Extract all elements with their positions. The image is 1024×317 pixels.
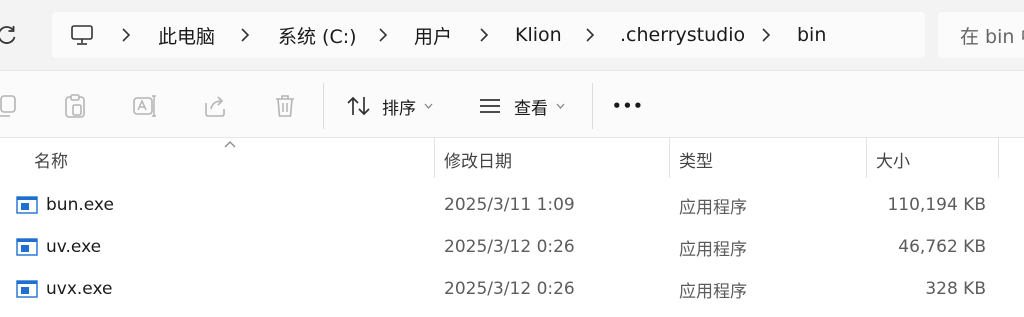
file-name[interactable]: bun.exe	[46, 184, 114, 226]
breadcrumb-system-drive[interactable]: 系统 (C:)	[278, 12, 357, 58]
sort-label: 排序	[382, 98, 416, 119]
rename-icon[interactable]	[132, 93, 158, 119]
copy-icon[interactable]	[0, 93, 20, 119]
column-header-row: 名称 修改日期 类型 大小	[0, 138, 1024, 180]
file-date: 2025/3/11 1:09	[444, 195, 575, 215]
column-divider[interactable]	[669, 138, 670, 178]
column-divider[interactable]	[434, 138, 435, 178]
file-row[interactable]: bun.exe 2025/3/11 1:09 应用程序 110,194 KB	[0, 184, 1024, 226]
view-list-icon	[480, 99, 500, 113]
chevron-right-icon[interactable]	[377, 27, 389, 43]
chevron-right-icon[interactable]	[239, 27, 251, 43]
exe-file-icon	[16, 280, 38, 298]
breadcrumb-this-pc[interactable]: 此电脑	[158, 12, 215, 58]
chevron-down-icon	[556, 103, 565, 109]
file-date: 2025/3/12 0:26	[444, 279, 575, 299]
chevron-right-icon[interactable]	[584, 27, 596, 43]
address-bar[interactable]: 此电脑 系统 (C:) 用户 Klion .cherrystudio bin	[52, 12, 925, 58]
share-icon[interactable]	[202, 93, 228, 119]
column-header-name[interactable]: 名称	[34, 138, 68, 180]
chevron-down-icon	[424, 103, 433, 109]
paste-icon[interactable]	[62, 93, 88, 119]
address-bar-row: 此电脑 系统 (C:) 用户 Klion .cherrystudio bin 在…	[0, 0, 1024, 70]
breadcrumb-bin[interactable]: bin	[797, 12, 826, 58]
breadcrumb-klion[interactable]: Klion	[515, 12, 562, 58]
sort-button[interactable]: 排序	[346, 89, 433, 123]
monitor-icon[interactable]	[70, 24, 94, 46]
chevron-right-icon[interactable]	[478, 27, 490, 43]
column-header-date[interactable]: 修改日期	[444, 138, 512, 180]
column-divider[interactable]	[998, 138, 999, 178]
file-size: 110,194 KB	[887, 195, 986, 215]
file-name[interactable]: uvx.exe	[46, 268, 112, 310]
refresh-icon[interactable]	[0, 18, 22, 52]
exe-file-icon	[16, 196, 38, 214]
breadcrumb-users[interactable]: 用户	[414, 12, 452, 58]
file-date: 2025/3/12 0:26	[444, 237, 575, 257]
command-bar: 排序 查看 •••	[0, 70, 1024, 138]
file-size: 328 KB	[925, 279, 986, 299]
file-type: 应用程序	[679, 281, 747, 302]
view-label: 查看	[514, 98, 548, 119]
file-type: 应用程序	[679, 239, 747, 260]
sort-icon	[347, 96, 370, 116]
file-size: 46,762 KB	[898, 237, 986, 257]
toolbar-divider	[323, 83, 324, 129]
file-name[interactable]: uv.exe	[46, 226, 101, 268]
file-row[interactable]: uvx.exe 2025/3/12 0:26 应用程序 328 KB	[0, 268, 1024, 310]
column-header-size[interactable]: 大小	[876, 138, 910, 180]
more-options-button[interactable]: •••	[612, 89, 644, 123]
file-row[interactable]: uv.exe 2025/3/12 0:26 应用程序 46,762 KB	[0, 226, 1024, 268]
exe-file-icon	[16, 238, 38, 256]
column-divider[interactable]	[866, 138, 867, 178]
column-header-type[interactable]: 类型	[679, 138, 713, 180]
toolbar-divider	[592, 83, 593, 129]
file-type: 应用程序	[679, 197, 747, 218]
chevron-right-icon[interactable]	[760, 27, 772, 43]
view-button[interactable]: 查看	[478, 89, 565, 123]
sort-ascending-icon	[224, 141, 236, 148]
delete-icon[interactable]	[272, 93, 298, 119]
breadcrumb-cherrystudio[interactable]: .cherrystudio	[620, 12, 745, 58]
chevron-right-icon[interactable]	[120, 27, 132, 43]
search-input[interactable]: 在 bin 中	[938, 12, 1024, 58]
